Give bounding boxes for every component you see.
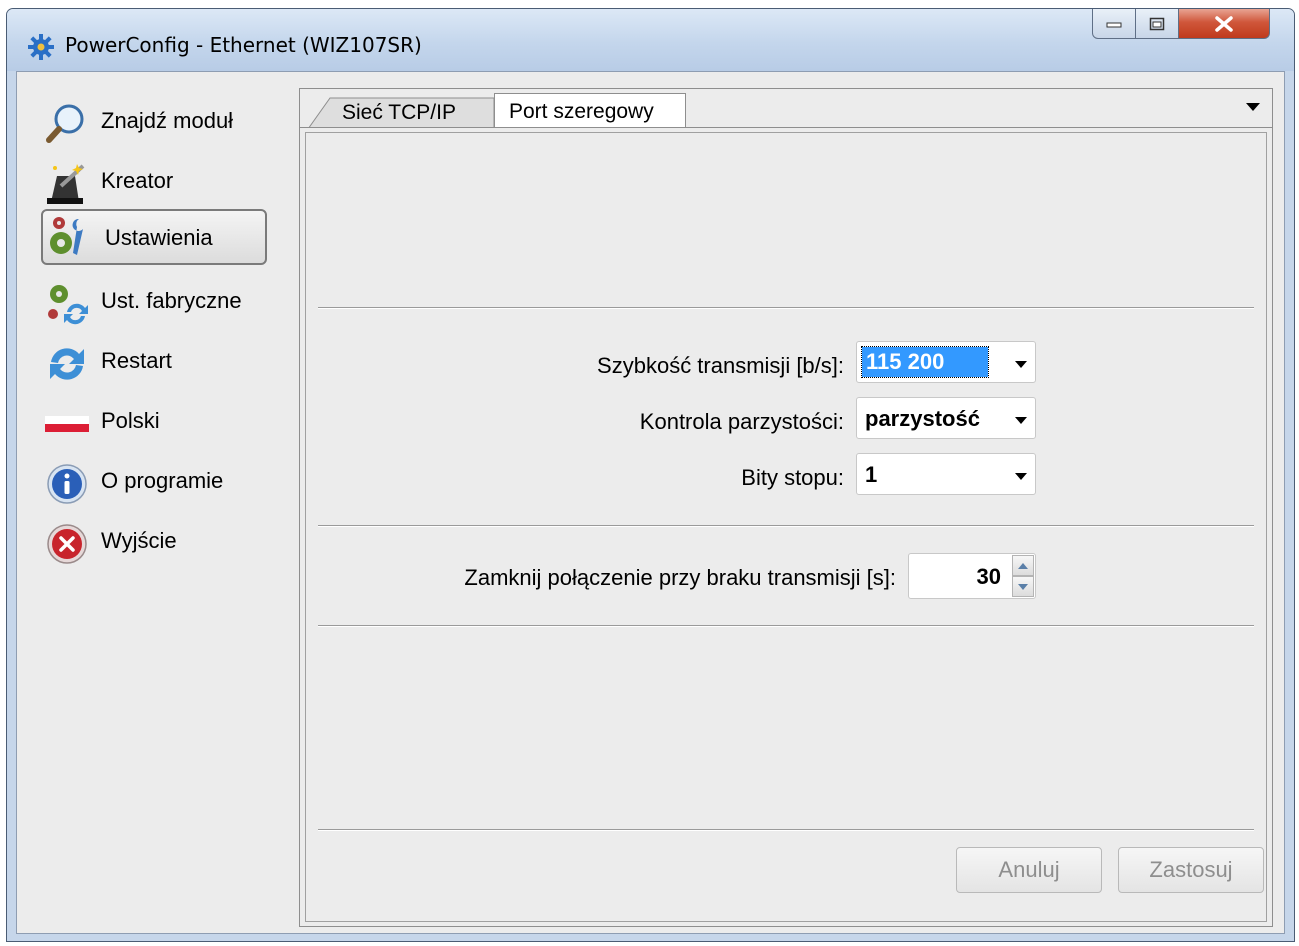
sidebar-item-find-module[interactable]: Znajdź moduł bbox=[41, 92, 267, 144]
sidebar-item-wizard[interactable]: Kreator bbox=[41, 152, 267, 204]
sidebar-item-label: Wyjście bbox=[101, 528, 177, 553]
tab-content-panel: Szybkość transmisji [b/s]: 115 200 Kontr… bbox=[299, 127, 1273, 927]
baud-rate-label: Szybkość transmisji [b/s]: bbox=[597, 353, 844, 378]
arrow-down-icon bbox=[1018, 583, 1028, 590]
parity-label: Kontrola parzystości: bbox=[639, 409, 844, 434]
sidebar-item-label: Ustawienia bbox=[105, 225, 213, 250]
stop-bits-value: 1 bbox=[865, 462, 878, 487]
refresh-icon bbox=[50, 348, 84, 380]
polish-flag-icon bbox=[45, 416, 89, 432]
sidebar-item-settings[interactable]: Ustawienia bbox=[41, 209, 267, 265]
gear-app-icon bbox=[28, 34, 54, 60]
magnifier-icon bbox=[46, 104, 84, 143]
separator bbox=[318, 625, 1254, 627]
sidebar-item-restart[interactable]: Restart bbox=[41, 332, 267, 384]
chevron-down-icon bbox=[1015, 417, 1027, 424]
close-icon bbox=[1215, 15, 1233, 32]
tab-serial-port[interactable]: Port szeregowy bbox=[494, 93, 686, 130]
sidebar-item-about[interactable]: O programie bbox=[41, 452, 267, 504]
cancel-button[interactable]: Anuluj bbox=[956, 847, 1102, 893]
sidebar-item-exit[interactable]: Wyjście bbox=[41, 512, 267, 564]
settings-panel: Szybkość transmisji [b/s]: 115 200 Kontr… bbox=[305, 132, 1267, 922]
sidebar-item-label: Polski bbox=[101, 408, 160, 433]
timeout-spinner[interactable]: 30 bbox=[908, 553, 1036, 599]
exit-icon bbox=[47, 524, 87, 564]
magic-wand-hat-icon bbox=[47, 164, 85, 204]
gears-wrench-icon bbox=[50, 217, 83, 255]
timeout-label: Zamknij połączenie przy braku transmisji… bbox=[464, 565, 896, 590]
close-button[interactable] bbox=[1178, 9, 1270, 39]
tab-list-dropdown-icon[interactable] bbox=[1246, 103, 1260, 111]
baud-rate-value: 115 200 bbox=[861, 346, 989, 378]
stop-bits-select[interactable]: 1 bbox=[856, 453, 1036, 495]
app-window: PowerConfig - Ethernet (WIZ107SR) Znajdź… bbox=[6, 8, 1295, 942]
window-title: PowerConfig - Ethernet (WIZ107SR) bbox=[65, 33, 422, 57]
tab-tcp-ip[interactable]: Sieć TCP/IP bbox=[308, 97, 494, 129]
separator bbox=[318, 829, 1254, 831]
maximize-icon bbox=[1149, 17, 1165, 30]
sidebar-item-factory-settings[interactable]: Ust. fabryczne bbox=[41, 272, 267, 325]
chevron-down-icon bbox=[1015, 473, 1027, 480]
chevron-down-icon bbox=[1015, 361, 1027, 368]
tab-strip: Sieć TCP/IP Port szeregowy bbox=[299, 88, 1273, 130]
spinner-down-button[interactable] bbox=[1012, 576, 1034, 597]
title-bar[interactable]: PowerConfig - Ethernet (WIZ107SR) bbox=[7, 9, 1294, 71]
minimize-button[interactable] bbox=[1092, 9, 1136, 39]
baud-rate-select[interactable]: 115 200 bbox=[856, 341, 1036, 383]
gears-refresh-icon bbox=[48, 285, 88, 325]
separator bbox=[318, 307, 1254, 309]
separator bbox=[318, 525, 1254, 527]
spinner-up-button[interactable] bbox=[1012, 555, 1034, 576]
sidebar-item-label: Ust. fabryczne bbox=[101, 288, 242, 313]
arrow-up-icon bbox=[1018, 562, 1028, 569]
tab-tcp-ip-label: Sieć TCP/IP bbox=[342, 101, 456, 124]
sidebar-item-label: O programie bbox=[101, 468, 224, 493]
parity-select[interactable]: parzystość bbox=[856, 397, 1036, 439]
sidebar-item-label: Znajdź moduł bbox=[101, 108, 234, 133]
maximize-button[interactable] bbox=[1135, 9, 1179, 39]
client-area: Znajdź moduł Kreator Ustawienia Ust. fab… bbox=[16, 71, 1285, 934]
parity-value: parzystość bbox=[865, 406, 980, 431]
sidebar-item-label: Restart bbox=[101, 348, 172, 373]
apply-button[interactable]: Zastosuj bbox=[1118, 847, 1264, 893]
stop-bits-label: Bity stopu: bbox=[741, 465, 844, 490]
tab-serial-port-label: Port szeregowy bbox=[509, 100, 654, 123]
info-icon bbox=[47, 464, 87, 504]
timeout-value: 30 bbox=[976, 564, 1001, 589]
minimize-icon bbox=[1106, 22, 1122, 27]
sidebar-item-label: Kreator bbox=[101, 168, 174, 193]
sidebar-item-language[interactable]: Polski bbox=[41, 392, 267, 444]
